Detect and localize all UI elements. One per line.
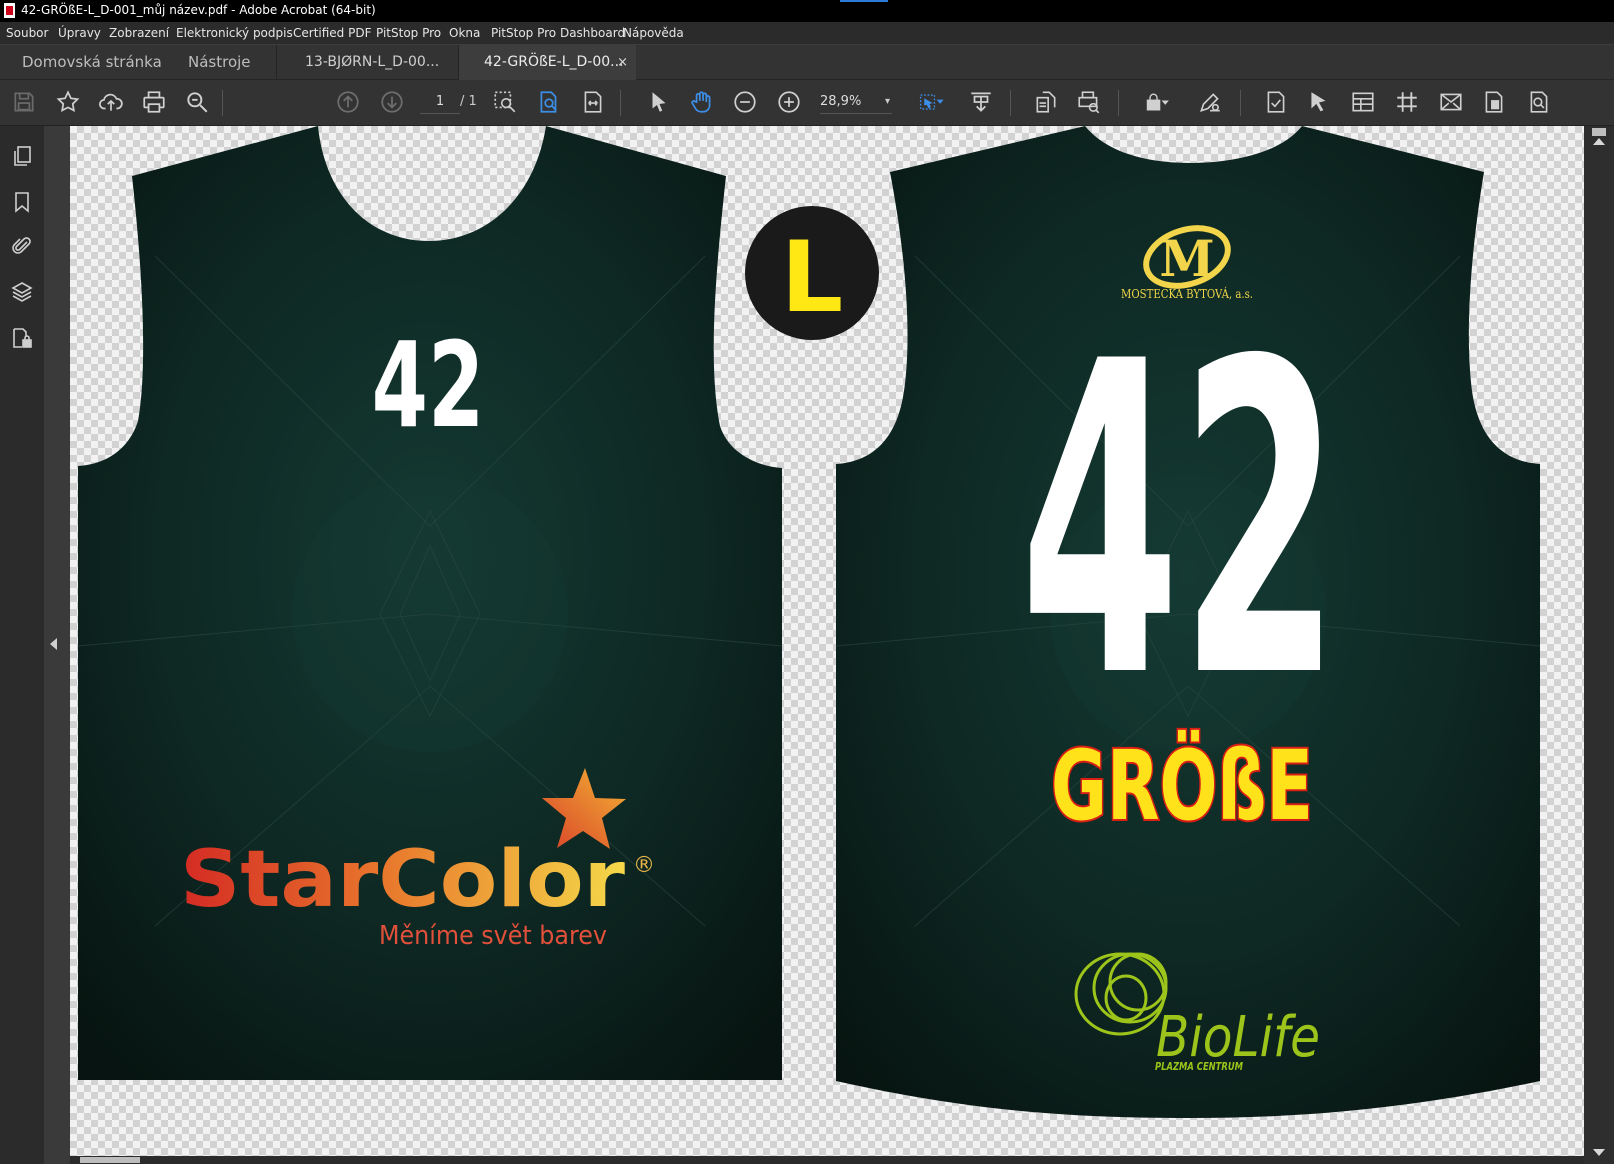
vertical-scrollbar[interactable]: [1584, 126, 1614, 1164]
scrollbar-thumb[interactable]: [80, 1157, 140, 1163]
marquee-zoom-icon[interactable]: [491, 88, 519, 116]
page-total-label: / 1: [460, 94, 477, 109]
player-name: GRÖßE: [1051, 729, 1313, 842]
upload-cloud-icon[interactable]: [97, 88, 125, 116]
menu-bar: Soubor Úpravy Zobrazení Elektronický pod…: [0, 22, 1614, 44]
left-navigation-rail: [0, 126, 44, 1164]
menu-elektronicky-podpis[interactable]: Elektronický podpis: [176, 26, 293, 40]
acrobat-app-icon: [4, 3, 15, 18]
pages-icon[interactable]: [8, 142, 36, 170]
starcolor-tagline: Měníme svět barev: [379, 921, 607, 951]
menu-soubor[interactable]: Soubor: [6, 26, 48, 40]
save-icon[interactable]: [10, 88, 38, 116]
biolife-subtitle: PLAZMA CENTRUM: [1155, 1060, 1243, 1073]
menu-pitstop-pro[interactable]: PitStop Pro: [376, 26, 441, 40]
starcolor-logo: StarColor: [180, 835, 626, 925]
rotate-page-icon[interactable]: [1032, 88, 1060, 116]
tab-close-icon[interactable]: ×: [617, 45, 628, 80]
menu-upravy[interactable]: Úpravy: [58, 26, 101, 40]
interactive-tool-icon[interactable]: [913, 88, 949, 116]
scroll-mode-icon[interactable]: [967, 88, 995, 116]
security-icon[interactable]: [8, 324, 36, 352]
tab-doc-bjorn[interactable]: 13-BJØRN-L_D-00...: [277, 45, 458, 80]
horizontal-scrollbar[interactable]: [70, 1156, 1584, 1164]
find-text-icon[interactable]: [535, 88, 563, 116]
tab-doc-bjorn-label: 13-BJØRN-L_D-00...: [305, 54, 440, 70]
title-bar: 42-GRÖßE-L_D-001_můj název.pdf - Adobe A…: [0, 0, 1614, 22]
fit-page-icon[interactable]: [579, 88, 607, 116]
menu-napoveda[interactable]: Nápověda: [623, 26, 684, 40]
toolbar-separator: [1240, 90, 1241, 116]
window-title: 42-GRÖßE-L_D-001_můj název.pdf - Adobe A…: [21, 3, 376, 17]
select-arrow-icon[interactable]: [645, 88, 673, 116]
zoom-in-icon[interactable]: [775, 88, 803, 116]
starcolor-registered-mark: ®: [633, 853, 655, 878]
scrollbar-thumb[interactable]: [1592, 128, 1606, 136]
toolbar-separator: [222, 90, 223, 116]
document-search-icon[interactable]: [1525, 88, 1553, 116]
scroll-down-icon[interactable]: [1593, 1149, 1605, 1156]
toolbar-separator: [620, 90, 621, 116]
print-icon[interactable]: [140, 88, 168, 116]
grid-icon[interactable]: [1393, 88, 1421, 116]
page-down-icon[interactable]: [378, 88, 406, 116]
page-up-icon[interactable]: [334, 88, 362, 116]
front-number: 42: [372, 317, 485, 454]
toolbar-separator: [1118, 90, 1119, 116]
toolbar-separator: [1010, 90, 1011, 116]
size-badge-label: L: [781, 221, 843, 335]
bookmark-icon[interactable]: [8, 188, 36, 216]
bookmark-star-icon[interactable]: [54, 88, 82, 116]
tab-tools[interactable]: Nástroje: [188, 45, 258, 80]
tab-doc-grosse-label: 42-GRÖßE-L_D-00...: [484, 54, 624, 70]
zoom-level-select[interactable]: 28,9% ▾: [820, 90, 892, 114]
zoom-level-value: 28,9%: [820, 94, 862, 109]
zoom-search-icon[interactable]: [183, 88, 211, 116]
hand-tool-icon[interactable]: [688, 88, 716, 116]
title-accent: [840, 0, 888, 2]
document-canvas[interactable]: 42 StarColor ® Měníme svět barev L M MOS…: [70, 126, 1584, 1164]
sign-icon[interactable]: [1196, 88, 1224, 116]
back-number: 42: [1020, 272, 1340, 772]
main-toolbar: 1 / 1 28,9% ▾: [0, 80, 1614, 126]
menu-zobrazeni[interactable]: Zobrazení: [109, 26, 169, 40]
menu-pitstop-dashboard[interactable]: PitStop Pro Dashboard: [491, 26, 625, 40]
chevron-left-icon: [50, 638, 57, 650]
tab-bar: Domovská stránka Nástroje 13-BJØRN-L_D-0…: [0, 44, 1614, 80]
tab-home[interactable]: Domovská stránka: [22, 45, 162, 80]
print-production-icon[interactable]: [1075, 88, 1103, 116]
tab-doc-grosse[interactable]: 42-GRÖßE-L_D-00... ×: [459, 45, 636, 80]
document-icon[interactable]: [1480, 88, 1508, 116]
lock-icon[interactable]: [1140, 88, 1174, 116]
jersey-artwork: 42 StarColor ® Měníme svět barev L M MOS…: [77, 126, 1541, 1118]
preflight-icon[interactable]: [1262, 88, 1290, 116]
menu-okna[interactable]: Okna: [449, 26, 480, 40]
zoom-out-icon[interactable]: [731, 88, 759, 116]
menu-certified-pdf[interactable]: Certified PDF: [293, 26, 372, 40]
scroll-up-icon[interactable]: [1593, 138, 1605, 145]
attachment-icon[interactable]: [8, 232, 36, 260]
page-number-input[interactable]: 1: [420, 90, 460, 114]
envelope-icon[interactable]: [1437, 88, 1465, 116]
panel-collapse-handle[interactable]: [44, 126, 70, 1164]
chevron-down-icon: ▾: [884, 96, 890, 107]
select-object-icon[interactable]: [1305, 88, 1333, 116]
table-edit-icon[interactable]: [1349, 88, 1377, 116]
layers-icon[interactable]: [8, 278, 36, 306]
